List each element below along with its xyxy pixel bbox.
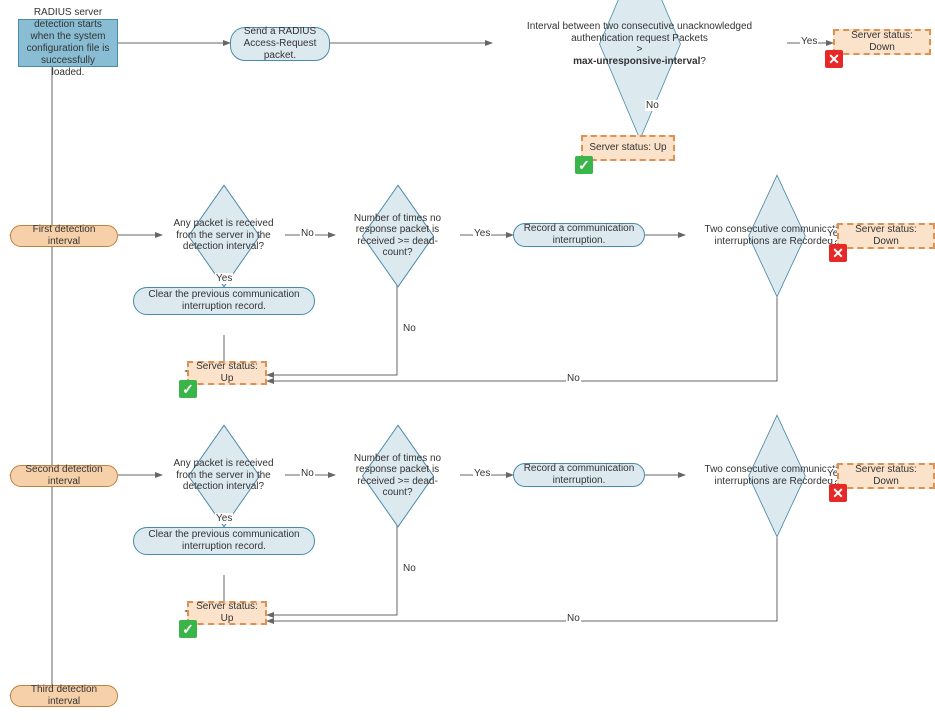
record-2: Record a communication interruption.: [513, 463, 645, 487]
clear-1: Clear the previous communication interru…: [133, 287, 315, 315]
status-down-3: Server status: Down: [837, 463, 935, 489]
third-interval: Third detection interval: [10, 685, 118, 707]
status-up-0: Server status: Up: [581, 135, 675, 161]
decision-interval: Interval between two consecutive unackno…: [492, 5, 787, 83]
no-label: No: [645, 100, 660, 111]
x-icon: ✕: [829, 484, 847, 502]
second-interval: Second detection interval: [10, 465, 118, 487]
record-1: Record a communication interruption.: [513, 223, 645, 247]
decision-any-1: Any packet is received from the server i…: [162, 202, 285, 269]
yes-label: Yes: [800, 36, 818, 47]
status-up-1: Server status: Up: [187, 361, 267, 385]
decision-any-2: Any packet is received from the server i…: [162, 442, 285, 509]
status-down-1: Server status: Down: [833, 29, 931, 55]
check-icon: ✓: [179, 380, 197, 398]
x-icon: ✕: [825, 50, 843, 68]
x-icon: ✕: [829, 244, 847, 262]
check-icon: ✓: [575, 156, 593, 174]
send-packet: Send a RADIUS Access-Request packet.: [230, 27, 330, 61]
decision-dead-2: Number of times no response packet is re…: [335, 442, 460, 509]
status-down-2: Server status: Down: [837, 223, 935, 249]
status-up-2: Server status: Up: [187, 601, 267, 625]
first-interval: First detection interval: [10, 225, 118, 247]
check-icon: ✓: [179, 620, 197, 638]
decision-dead-1: Number of times no response packet is re…: [335, 202, 460, 269]
clear-2: Clear the previous communication interru…: [133, 527, 315, 555]
start-node: RADIUS server detection starts when the …: [18, 19, 118, 67]
